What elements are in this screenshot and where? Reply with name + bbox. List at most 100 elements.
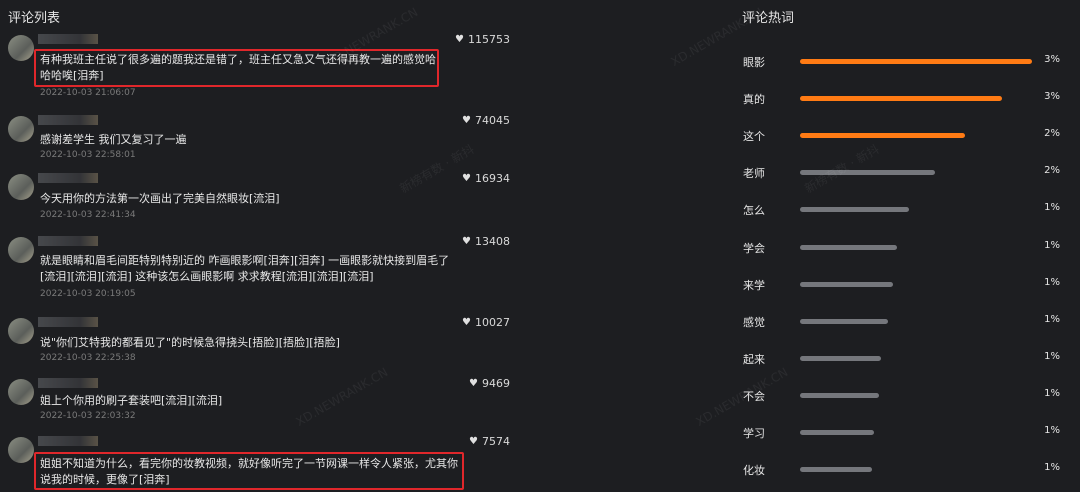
username-blurred <box>38 378 98 388</box>
like-count-value: 9469 <box>482 377 510 390</box>
like-count: ♥ 115753 <box>455 33 510 46</box>
hot-word-row: 眼影 3% <box>742 54 1072 70</box>
hot-word-bar <box>800 170 935 176</box>
hot-word-label: 化妆 <box>743 464 765 478</box>
comment-timestamp: 2022-10-03 21:06:07 <box>40 88 136 98</box>
hot-word-percent: 1% <box>1044 276 1060 288</box>
comment-text: 感谢差学生 我们又复习了一遍 <box>40 133 187 146</box>
comment-timestamp: 2022-10-03 22:41:34 <box>40 210 136 220</box>
hot-word-bar <box>800 96 1002 102</box>
hot-word-row: 来学 1% <box>742 277 1072 293</box>
like-count: ♥ 7574 <box>469 435 510 448</box>
hot-word-bar <box>800 207 909 213</box>
comment-item: ♥ 10027 说"你们艾特我的都看见了"的时候急得挠头[捂脸][捂脸][捂脸] 20… <box>0 315 520 375</box>
hot-word-bar <box>800 281 893 287</box>
hot-word-percent: 2% <box>1044 128 1060 140</box>
comment-timestamp: 2022-10-03 22:58:01 <box>40 150 136 160</box>
hot-word-label: 真的 <box>743 93 765 107</box>
hot-word-bar-track <box>800 281 1032 287</box>
heart-icon: ♥ <box>462 236 471 247</box>
like-count-value: 13408 <box>475 235 510 248</box>
comment-text: 说"你们艾特我的都看见了"的时候急得挠头[捂脸][捂脸][捂脸] <box>40 336 340 349</box>
hot-word-bar <box>800 244 897 250</box>
hot-word-bar-track <box>800 207 1032 213</box>
hot-word-row: 学会 1% <box>742 240 1072 256</box>
hot-word-bar <box>800 430 874 435</box>
avatar[interactable] <box>8 35 34 61</box>
hot-word-bar-track <box>800 318 1032 324</box>
hot-word-bar-track <box>800 96 1032 102</box>
hot-word-label: 老师 <box>743 167 765 181</box>
hot-word-row: 这个 2% <box>742 128 1072 144</box>
hot-word-row: 真的 3% <box>742 91 1072 107</box>
hot-word-bar <box>800 467 872 473</box>
avatar[interactable] <box>8 116 34 142</box>
comment-text: 姐上个你用的刷子套装吧[流泪][流泪] <box>40 394 223 407</box>
hot-word-percent: 3% <box>1044 54 1060 65</box>
hot-word-label: 不会 <box>743 389 765 403</box>
avatar[interactable] <box>8 379 34 405</box>
hot-word-row: 感觉 1% <box>742 314 1072 330</box>
comment-item: ♥ 9469 姐上个你用的刷子套装吧[流泪][流泪] 2022-10-03 22:03… <box>0 376 520 436</box>
hot-word-percent: 1% <box>1044 462 1060 474</box>
hot-word-label: 感觉 <box>743 315 765 329</box>
hot-word-percent: 1% <box>1044 350 1060 362</box>
hot-word-bar <box>800 392 879 398</box>
comment-item: ♥ 74045 感谢差学生 我们又复习了一遍 2022-10-03 22:58:01 <box>0 113 520 173</box>
comment-timestamp: 2022-10-03 22:03:32 <box>40 411 136 421</box>
hot-word-bar-track <box>800 355 1032 361</box>
comment-text: 就是眼睛和眉毛间距特别特别近的 咋画眼影啊[泪奔][泪奔] 一画眼影就快接到眉毛… <box>40 254 450 283</box>
like-count-value: 74045 <box>475 114 510 127</box>
like-count-value: 16934 <box>475 172 510 185</box>
comment-timestamp: 2022-10-03 20:19:05 <box>40 289 136 299</box>
hot-word-bar <box>800 133 965 139</box>
hot-word-percent: 1% <box>1044 239 1060 251</box>
hot-word-bar <box>800 59 1032 64</box>
hot-words-panel-title: 评论热词 <box>742 11 795 26</box>
heart-icon: ♥ <box>462 115 471 126</box>
heart-icon: ♥ <box>462 317 471 328</box>
hot-word-row: 起来 1% <box>742 351 1072 367</box>
avatar[interactable] <box>8 237 34 263</box>
hot-word-label: 来学 <box>743 278 765 292</box>
heart-icon: ♥ <box>469 436 478 447</box>
username-blurred <box>38 317 98 327</box>
avatar[interactable] <box>8 174 34 200</box>
hot-word-percent: 1% <box>1044 313 1060 325</box>
hot-word-bar-track <box>800 244 1032 250</box>
username-blurred <box>38 173 98 183</box>
highlight-box <box>34 49 439 87</box>
hot-word-bar-track <box>800 59 1032 64</box>
username-blurred <box>38 236 98 246</box>
hot-word-bar-track <box>800 392 1032 398</box>
hot-word-row: 学习 1% <box>742 425 1072 441</box>
hot-word-bar <box>800 355 881 361</box>
heart-icon: ♥ <box>469 378 478 389</box>
hot-word-row: 不会 1% <box>742 388 1072 404</box>
like-count-value: 10027 <box>475 316 510 329</box>
hot-word-row: 怎么 1% <box>742 202 1072 218</box>
hot-word-label: 学会 <box>743 241 765 255</box>
heart-icon: ♥ <box>455 34 464 45</box>
hot-word-label: 眼影 <box>743 56 765 69</box>
username-blurred <box>38 436 98 446</box>
avatar[interactable] <box>8 318 34 344</box>
hot-word-bar-track <box>800 467 1032 473</box>
username-blurred <box>38 115 98 125</box>
hot-word-row: 老师 2% <box>742 165 1072 181</box>
hot-word-percent: 3% <box>1044 91 1060 103</box>
hot-word-percent: 1% <box>1044 202 1060 214</box>
hot-word-label: 这个 <box>743 130 765 144</box>
hot-word-percent: 2% <box>1044 165 1060 177</box>
comment-item: ♥ 16934 今天用你的方法第一次画出了完美自然眼妆[流泪] 2022-10-03 … <box>0 171 520 231</box>
like-count-value: 7574 <box>482 435 510 448</box>
comment-item: ♥ 13408 就是眼睛和眉毛间距特别特别近的 咋画眼影啊[泪奔][泪奔] 一画眼影… <box>0 234 520 299</box>
hot-word-bar-track <box>800 133 1032 139</box>
hot-word-bar-track <box>800 430 1032 435</box>
like-count-value: 115753 <box>468 33 510 46</box>
username-blurred <box>38 34 98 44</box>
like-count: ♥ 74045 <box>462 114 510 127</box>
avatar[interactable] <box>8 437 34 463</box>
like-count: ♥ 9469 <box>469 377 510 390</box>
hot-word-bar <box>800 318 888 324</box>
